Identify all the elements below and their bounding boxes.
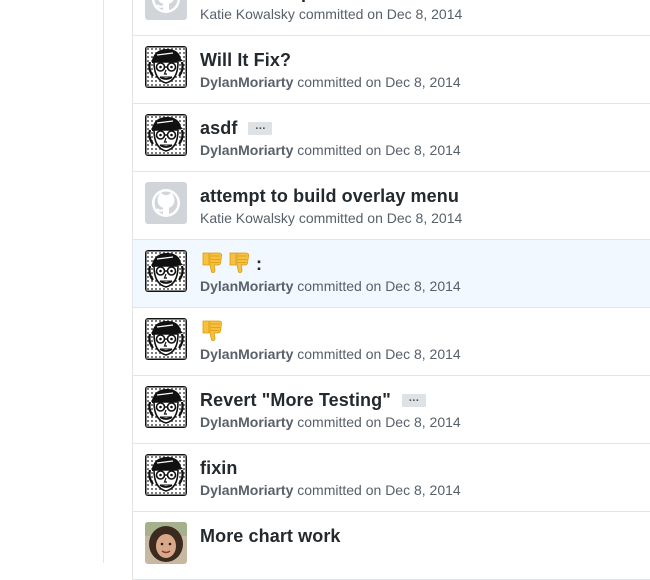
commit-verb: committed on (298, 6, 383, 22)
commit-verb: committed on (297, 482, 382, 498)
commit-verb: committed on (297, 74, 382, 90)
commit-title-line: fixin (200, 456, 238, 480)
expand-message-button[interactable]: … (401, 392, 426, 407)
commit-author-link[interactable]: Katie Kowalsky (200, 210, 295, 226)
commit-meta: DylanMoriarty committed on Dec 8, 2014 (200, 346, 461, 362)
commit-title-link[interactable]: More chart work (200, 526, 341, 547)
commit-title-link[interactable]: : (256, 254, 262, 275)
cartoon-avatar[interactable] (145, 454, 187, 496)
commit-verb: committed on (297, 278, 382, 294)
commit-title-link[interactable]: Revert "More Testing" (200, 390, 391, 411)
cartoon-avatar[interactable] (145, 114, 187, 156)
commit-title-link[interactable]: asdf (200, 118, 237, 139)
commit-meta: DylanMoriarty committed on Dec 8, 2014 (200, 482, 461, 498)
commit-meta: DylanMoriarty committed on Dec 8, 2014 (200, 142, 461, 158)
commit-title-line: More chart work (200, 524, 341, 548)
commit-row[interactable]: More chart work (133, 512, 650, 580)
commit-date: Dec 8, 2014 (386, 210, 463, 226)
cartoon-avatar[interactable] (145, 318, 187, 360)
commit-verb: committed on (297, 142, 382, 158)
commit-title-line: : (200, 252, 262, 276)
commit-date: Dec 8, 2014 (385, 482, 461, 498)
commit-author-link[interactable]: DylanMoriarty (200, 278, 293, 294)
commit-author-link[interactable]: DylanMoriarty (200, 346, 293, 362)
commit-row[interactable]: Will It Fix? DylanMoriarty committed on D… (133, 36, 650, 104)
commit-date: Dec 8, 2014 (385, 414, 461, 430)
commit-verb: committed on (298, 210, 383, 226)
commit-author-link[interactable]: DylanMoriarty (200, 414, 293, 430)
commit-meta: DylanMoriarty committed on Dec 8, 2014 (200, 74, 461, 90)
commit-meta: DylanMoriarty committed on Dec 8, 2014 (200, 278, 461, 294)
commit-title-line: Will It Fix? (200, 48, 291, 72)
thumbs-down-icon (200, 318, 224, 347)
commit-row[interactable]: work on map-info div Katie Kowalsky commi… (133, 0, 650, 36)
commit-meta: DylanMoriarty committed on Dec 8, 2014 (200, 414, 461, 430)
commit-title-link[interactable]: work on map-info div (200, 0, 383, 3)
commit-row[interactable]: : DylanMoriarty committed on Dec 8, 2014 (133, 240, 650, 308)
commit-row[interactable]: DylanMoriarty committed on Dec 8, 2014 (133, 308, 650, 376)
thumbs-down-icon (227, 250, 251, 279)
commit-title-link[interactable]: fixin (200, 458, 238, 479)
photo-avatar[interactable] (145, 522, 187, 564)
commit-row[interactable]: attempt to build overlay menu Katie Kowal… (133, 172, 650, 240)
cartoon-avatar[interactable] (145, 46, 187, 88)
github-default-avatar[interactable] (145, 0, 187, 20)
commit-meta: Katie Kowalsky committed on Dec 8, 2014 (200, 210, 462, 226)
commit-author-link[interactable]: DylanMoriarty (200, 74, 293, 90)
commit-verb: committed on (297, 414, 382, 430)
commit-list: work on map-info div Katie Kowalsky commi… (132, 0, 650, 580)
commit-row[interactable]: asdf … DylanMoriarty committed on Dec 8, 2… (133, 104, 650, 172)
commit-title-line: asdf … (200, 116, 273, 140)
commit-row[interactable]: Revert "More Testing" … DylanMoriarty comm… (133, 376, 650, 444)
commit-title-link[interactable]: Will It Fix? (200, 50, 291, 71)
commit-title-line (200, 320, 229, 344)
commit-date: Dec 8, 2014 (385, 74, 461, 90)
commit-title-line: work on map-info div (200, 0, 383, 4)
commit-date: Dec 8, 2014 (385, 142, 461, 158)
commit-date: Dec 8, 2014 (385, 346, 461, 362)
commit-title-link[interactable]: attempt to build overlay menu (200, 186, 459, 207)
thumbs-down-icon (200, 250, 224, 279)
timeline-divider (103, 0, 104, 563)
commit-title-line: attempt to build overlay menu (200, 184, 459, 208)
cartoon-avatar[interactable] (145, 250, 187, 292)
commit-date: Dec 8, 2014 (386, 6, 463, 22)
cartoon-avatar[interactable] (145, 386, 187, 428)
commit-title-line: Revert "More Testing" … (200, 388, 426, 412)
commit-author-link[interactable]: DylanMoriarty (200, 482, 293, 498)
commit-row[interactable]: fixin DylanMoriarty committed on Dec 8, 2… (133, 444, 650, 512)
expand-message-button[interactable]: … (248, 120, 273, 135)
commit-meta: Katie Kowalsky committed on Dec 8, 2014 (200, 6, 462, 22)
commit-verb: committed on (297, 346, 382, 362)
commit-date: Dec 8, 2014 (385, 278, 461, 294)
github-default-avatar[interactable] (145, 182, 187, 224)
commit-author-link[interactable]: DylanMoriarty (200, 142, 293, 158)
commit-author-link[interactable]: Katie Kowalsky (200, 6, 295, 22)
